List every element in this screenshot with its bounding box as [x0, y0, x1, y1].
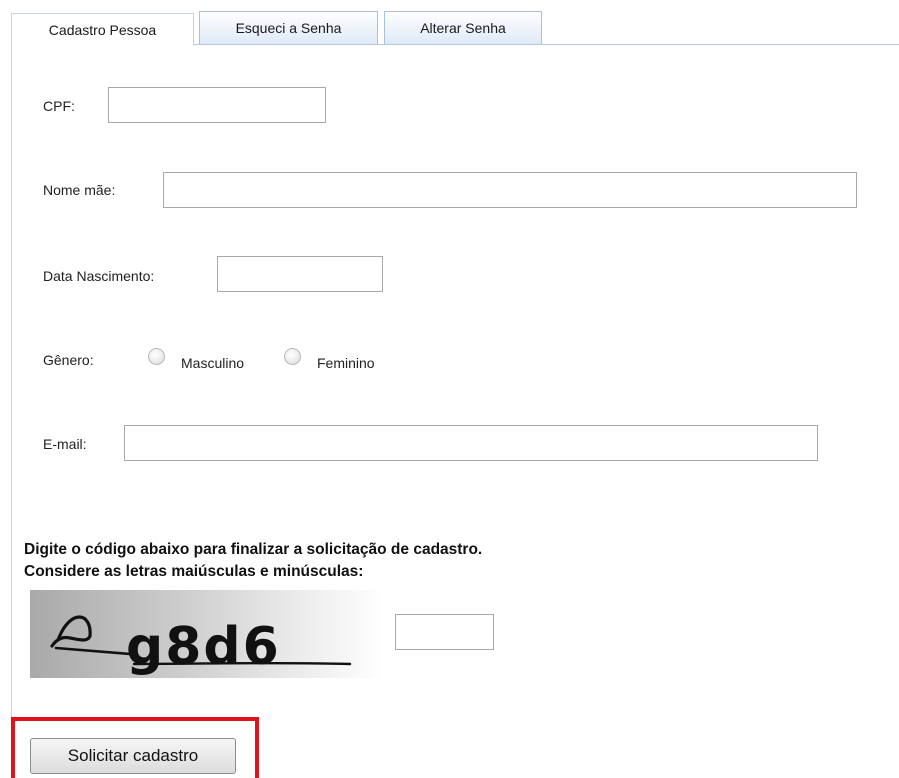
data-nascimento-label: Data Nascimento: [43, 268, 155, 284]
tab-label: Cadastro Pessoa [48, 21, 157, 38]
email-input[interactable] [124, 425, 818, 461]
tab-label: Alterar Senha [420, 20, 506, 36]
genero-label: Gênero: [43, 352, 94, 368]
tab-alterar-senha[interactable]: Alterar Senha [384, 11, 542, 44]
masculino-label: Masculino [181, 355, 245, 371]
captcha-code: g8d6 [126, 617, 281, 677]
email-label: E-mail: [43, 436, 87, 452]
tab-bar: Cadastro Pessoa Esqueci a Senha Alterar … [0, 0, 899, 45]
cpf-input[interactable] [108, 87, 326, 123]
radio-masculino[interactable] [148, 348, 165, 365]
captcha-instruction-line1: Digite o código abaixo para finalizar a … [24, 541, 483, 558]
captcha-graphic: g8d6 [50, 615, 352, 677]
captcha-input[interactable] [395, 614, 494, 650]
nome-mae-input[interactable] [163, 172, 857, 208]
tab-divider [194, 44, 899, 45]
solicitar-cadastro-button[interactable]: Solicitar cadastro [30, 738, 236, 774]
tab-cadastro-pessoa[interactable]: Cadastro Pessoa [11, 13, 194, 45]
tab-label: Esqueci a Senha [235, 20, 342, 36]
panel-border [11, 45, 12, 778]
captcha-instruction-line2: Considere as letras maiúsculas e minúscu… [24, 563, 364, 580]
page: Cadastro Pessoa Esqueci a Senha Alterar … [0, 0, 899, 778]
feminino-label: Feminino [317, 355, 375, 371]
cpf-label: CPF: [43, 98, 75, 114]
radio-feminino[interactable] [284, 348, 301, 365]
nome-mae-label: Nome mãe: [43, 182, 116, 198]
captcha-image: g8d6 [30, 590, 384, 678]
tab-esqueci-senha[interactable]: Esqueci a Senha [199, 11, 378, 44]
data-nascimento-input[interactable] [217, 256, 383, 292]
